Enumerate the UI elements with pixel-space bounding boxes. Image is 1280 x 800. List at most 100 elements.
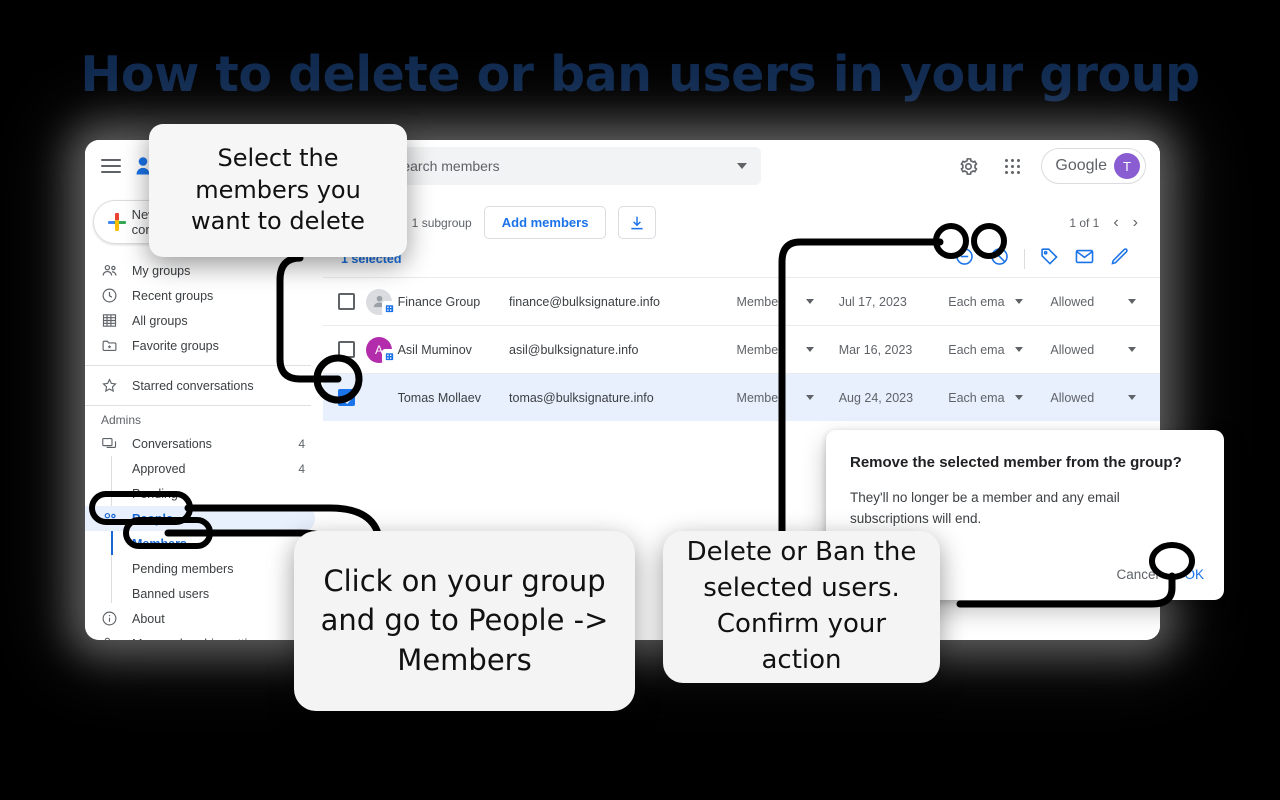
- row-checkbox[interactable]: [323, 341, 366, 358]
- edit-icon[interactable]: [1109, 246, 1130, 272]
- sidebar-item-members[interactable]: Members: [85, 531, 315, 556]
- dialog-actions: Cancel OK: [1116, 567, 1204, 582]
- sidebar-indent-rail-active: [111, 531, 113, 555]
- sidebar-item-approved[interactable]: Approved 4: [85, 456, 315, 481]
- member-subscription-value: Each ema: [948, 390, 1005, 405]
- callout-select-members: Select the members you want to delete: [149, 124, 407, 257]
- ok-button[interactable]: OK: [1184, 567, 1204, 582]
- people-icon: [101, 262, 118, 279]
- sidebar-item-label: Approved: [132, 461, 186, 476]
- sidebar-divider: [85, 405, 311, 406]
- sidebar-item-conversations[interactable]: Conversations 4: [85, 431, 315, 456]
- bulk-action-icons: [954, 246, 1142, 272]
- member-posting-value: Allowed: [1050, 390, 1095, 405]
- email-icon[interactable]: [1074, 246, 1095, 272]
- sidebar-section-admins: Admins: [101, 413, 142, 427]
- sidebar-item-label: All groups: [132, 313, 188, 328]
- table-row[interactable]: Tomas Mollaev tomas@bulksignature.info M…: [323, 373, 1160, 421]
- member-posting-value: Allowed: [1050, 342, 1095, 357]
- info-icon: [101, 610, 118, 627]
- people-outline-icon: [101, 510, 118, 527]
- clock-icon: [101, 287, 118, 304]
- member-name: Asil Muminov: [397, 342, 472, 357]
- sidebar-item-favorite-groups[interactable]: Favorite groups: [85, 333, 315, 358]
- table-row[interactable]: A Asil Muminov asil@bulksignature.info M…: [323, 325, 1160, 373]
- callout-text: Delete or Ban the selected users. Confir…: [686, 537, 917, 675]
- sidebar-item-my-membership-settings[interactable]: My membership settings: [85, 631, 315, 640]
- sidebar-item-all-groups[interactable]: All groups: [85, 308, 315, 333]
- cancel-button[interactable]: Cancel: [1116, 567, 1158, 582]
- member-subscription-dropdown[interactable]: Each ema: [948, 295, 1050, 309]
- chevron-down-icon: [1014, 299, 1023, 304]
- table-row[interactable]: Finance Group finance@bulksignature.info…: [323, 277, 1160, 325]
- chevron-down-icon[interactable]: [737, 163, 747, 169]
- sidebar-item-label: Conversations: [132, 436, 212, 451]
- chevron-down-icon: [806, 299, 815, 304]
- avatar: [366, 288, 398, 316]
- sidebar-indent-rail: [111, 456, 112, 506]
- hamburger-menu-icon[interactable]: [101, 159, 121, 173]
- sidebar-item-about[interactable]: About: [85, 606, 315, 631]
- member-role-dropdown[interactable]: Member: [737, 343, 839, 357]
- chevron-right-icon[interactable]: ›: [1133, 214, 1138, 232]
- dialog-title: Remove the selected member from the grou…: [850, 454, 1182, 471]
- account-chip[interactable]: Google T: [1041, 148, 1146, 184]
- ban-member-icon[interactable]: [989, 246, 1010, 272]
- chevron-left-icon[interactable]: ‹: [1113, 214, 1118, 232]
- building-icon: [101, 312, 118, 329]
- member-posting-dropdown[interactable]: Allowed: [1050, 343, 1160, 357]
- search-placeholder: Search members: [393, 158, 500, 174]
- account-brand-label: Google: [1055, 157, 1107, 174]
- member-subscription-dropdown[interactable]: Each ema: [948, 343, 1050, 357]
- member-email: asil@bulksignature.info: [509, 342, 639, 357]
- sidebar-item-label: Banned users: [132, 586, 210, 601]
- sidebar-item-label: People: [132, 511, 173, 526]
- plus-icon: [108, 213, 126, 231]
- group-badge-icon: [382, 300, 397, 316]
- sidebar-item-people[interactable]: People: [85, 506, 315, 531]
- pagination-label: 1 of 1: [1069, 215, 1100, 230]
- remove-member-icon[interactable]: [954, 246, 975, 272]
- tag-icon[interactable]: [1039, 246, 1060, 272]
- download-icon[interactable]: [618, 206, 657, 239]
- callout-navigate-people-members: Click on your group and go to People -> …: [294, 531, 635, 711]
- callout-delete-or-ban: Delete or Ban the selected users. Confir…: [663, 531, 940, 683]
- callout-text: Select the members you want to delete: [191, 143, 365, 236]
- star-icon: [101, 377, 118, 394]
- sidebar-item-pending-members[interactable]: Pending members: [85, 556, 315, 581]
- sidebar-item-label: Pending: [132, 486, 178, 501]
- member-name: Tomas Mollaev: [397, 390, 481, 405]
- member-role-dropdown[interactable]: Member: [737, 391, 839, 405]
- sidebar-item-starred-conversations[interactable]: Starred conversations: [85, 373, 315, 398]
- sidebar-item-recent-groups[interactable]: Recent groups: [85, 283, 315, 308]
- chevron-down-icon: [1128, 395, 1137, 400]
- sidebar: New conversation My groups: [85, 192, 323, 640]
- member-role-value: Member: [736, 390, 783, 405]
- sidebar-item-my-groups[interactable]: My groups: [85, 258, 315, 283]
- member-subscription-dropdown[interactable]: Each ema: [948, 391, 1050, 405]
- member-posting-dropdown[interactable]: Allowed: [1050, 391, 1160, 405]
- search-input[interactable]: Search members: [379, 147, 761, 185]
- member-joined: Mar 16, 2023: [838, 342, 913, 357]
- apps-grid-icon[interactable]: [993, 147, 1031, 185]
- selection-toolbar: 1 selected: [323, 239, 1160, 273]
- sidebar-item-label: My groups: [132, 263, 191, 278]
- member-email: tomas@bulksignature.info: [509, 390, 654, 405]
- members-table: Finance Group finance@bulksignature.info…: [323, 277, 1160, 421]
- sidebar-item-label: Favorite groups: [132, 338, 219, 353]
- row-checkbox[interactable]: [323, 389, 366, 406]
- sidebar-item-label: Members: [132, 536, 187, 551]
- avatar[interactable]: T: [1114, 153, 1140, 179]
- chevron-down-icon: [806, 395, 815, 400]
- add-members-button[interactable]: Add members: [483, 206, 607, 239]
- chevron-down-icon: [806, 347, 815, 352]
- member-subscription-value: Each ema: [948, 342, 1005, 357]
- row-checkbox[interactable]: [323, 293, 366, 310]
- sidebar-item-banned-users[interactable]: Banned users: [85, 581, 315, 606]
- gear-icon[interactable]: [949, 147, 987, 185]
- member-role-dropdown[interactable]: Member: [737, 295, 839, 309]
- sidebar-item-label: About: [132, 611, 165, 626]
- add-members-label: Add members: [501, 215, 589, 230]
- member-posting-dropdown[interactable]: Allowed: [1050, 295, 1160, 309]
- sidebar-item-pending[interactable]: Pending: [85, 481, 315, 506]
